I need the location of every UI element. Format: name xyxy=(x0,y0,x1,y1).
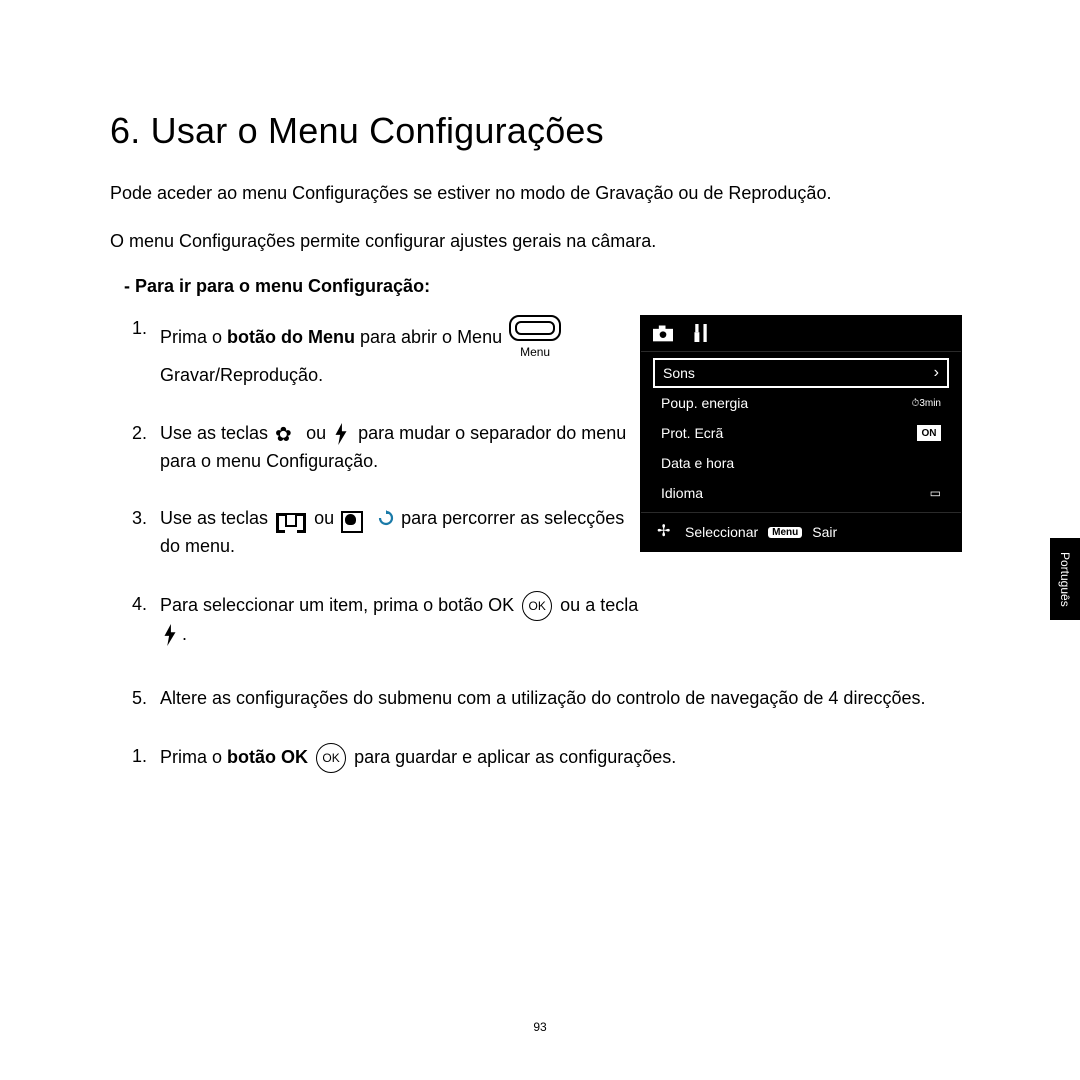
step-4: Para seleccionar um item, prima o botão … xyxy=(138,591,640,649)
language-flag-icon: ▭ xyxy=(930,486,941,500)
page-title: 6. Usar o Menu Configurações xyxy=(110,110,970,152)
rotate-icon xyxy=(378,510,394,530)
step-6: Prima o botão OK OK para guardar e aplic… xyxy=(138,743,970,773)
camera-menu-screenshot: Sons › Poup. energia ⏱3min Prot. Ecrã ON… xyxy=(640,315,962,552)
menu-button-icon: Menu xyxy=(509,315,561,362)
macro-flower-icon xyxy=(275,425,299,443)
ok-button-icon: OK xyxy=(316,743,346,773)
step-2: Use as teclas ou para mudar o separador … xyxy=(138,420,640,476)
display-toggle-icon xyxy=(276,509,306,531)
flash-bolt-icon xyxy=(333,423,351,445)
menu-row-power: Poup. energia ⏱3min xyxy=(653,388,949,418)
settings-tab-icon xyxy=(691,324,711,345)
value-3min: ⏱3min xyxy=(912,398,942,409)
menu-row-datetime: Data e hora xyxy=(653,448,949,478)
on-badge: ON xyxy=(917,425,941,441)
menu-chip-icon: Menu xyxy=(768,527,802,538)
menu-row-screensaver: Prot. Ecrã ON xyxy=(653,418,949,448)
intro-paragraph-2: O menu Configurações permite configurar … xyxy=(110,228,970,254)
step-3: Use as teclas ou para percorrer as selec… xyxy=(138,505,640,561)
menu-row-sons: Sons › xyxy=(653,358,949,388)
menu-row-language: Idioma ▭ xyxy=(653,478,949,508)
chevron-right-icon: › xyxy=(934,364,939,382)
intro-paragraph-1: Pode aceder ao menu Configurações se est… xyxy=(110,180,970,206)
step-1: Prima o botão do Menu para abrir o Menu … xyxy=(138,315,640,389)
subheading: - Para ir para o menu Configuração: xyxy=(124,276,970,297)
language-side-tab: Português xyxy=(1050,538,1080,620)
dpad-icon xyxy=(657,523,675,541)
page-number: 93 xyxy=(0,1020,1080,1034)
face-detect-icon xyxy=(341,509,369,531)
ok-button-icon: OK xyxy=(522,591,552,621)
camera-tab-icon xyxy=(653,324,673,345)
flash-bolt-icon xyxy=(162,624,180,646)
step-5: Altere as configurações do submenu com a… xyxy=(138,685,970,713)
